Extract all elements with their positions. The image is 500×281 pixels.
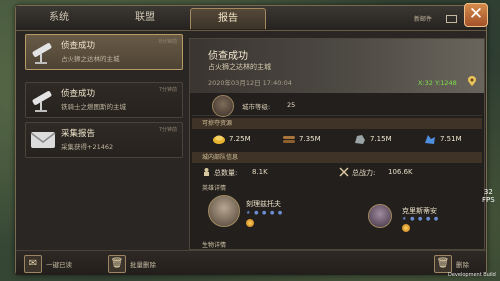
tab-system[interactable]: 系统 xyxy=(22,8,96,28)
soldier-icon xyxy=(204,168,209,176)
mail-window: 系统 联盟 报告 新邮件 ✕ 侦查成功 占火狮之达林的主城 8分钟前 侦查成功 xyxy=(15,3,488,275)
hero-stars: ★ ● ● ● ● xyxy=(402,216,440,222)
hero-stars: ★ ● ● ● ● xyxy=(246,210,284,216)
tab-alliance[interactable]: 联盟 xyxy=(108,8,182,28)
envelope-open-icon: ✉ xyxy=(24,255,42,273)
mail-list: 侦查成功 占火狮之达林的主城 8分钟前 侦查成功 铁骑士之燃图斯的主城 7分钟前… xyxy=(19,34,195,244)
resource-value: 7.25M xyxy=(229,135,251,143)
report-time: 2020年03月12日 17:40:04 xyxy=(208,79,292,87)
stone-icon xyxy=(355,135,365,144)
plunder-section-header: 可掠夺资源 xyxy=(192,118,482,129)
mail-time: 7分钟前 xyxy=(158,127,177,133)
report-banner: 侦查成功 占火狮之达林的主城 2020年03月12日 17:40:04 X:32… xyxy=(190,39,484,93)
mail-title: 采集报告 xyxy=(61,129,96,139)
fps-value: 32 xyxy=(483,188,493,196)
food-icon xyxy=(213,135,225,144)
report-detail: 侦查成功 占火狮之达林的主城 2020年03月12日 17:40:04 X:32… xyxy=(189,38,485,250)
delete-label: 删除 xyxy=(456,261,469,269)
total-troops-label: 总数量: xyxy=(214,169,238,177)
city-level-row: 城市等级: 25 xyxy=(192,95,482,117)
mail-time: 8分钟前 xyxy=(158,39,177,45)
trash-icon: 🗑 xyxy=(108,255,126,273)
resource-value: 7.15M xyxy=(370,135,392,143)
envelope-icon xyxy=(30,132,56,148)
hero-name: 刻理兹托夫 xyxy=(246,200,281,208)
batch-delete-label: 批量删除 xyxy=(130,261,156,269)
total-power-value: 106.6K xyxy=(388,168,413,176)
mail-subtitle: 占火狮之达林的主城 xyxy=(61,55,120,63)
resource-value: 7.35M xyxy=(299,135,321,143)
fps-label: FPS xyxy=(482,196,495,204)
report-title: 侦查成功 xyxy=(208,51,248,62)
total-troops-value: 8.1K xyxy=(252,168,268,176)
new-mail-label[interactable]: 新邮件 xyxy=(414,14,432,23)
hero-skill-icon xyxy=(246,219,254,227)
total-power-label: 总战力: xyxy=(352,169,376,177)
heroes-section-label: 英雄详情 xyxy=(202,185,227,192)
troops-summary: 总数量: 8.1K 总战力: 106.6K xyxy=(192,165,482,179)
report-coordinates[interactable]: X:32 Y:1248 xyxy=(418,79,457,87)
hero-name: 克里斯蒂安 xyxy=(402,207,437,215)
ore-icon xyxy=(425,135,435,144)
read-all-label: 一键已读 xyxy=(46,261,72,269)
hero-portrait xyxy=(368,204,392,228)
telescope-icon xyxy=(32,91,52,112)
tab-reports[interactable]: 报告 xyxy=(190,8,266,29)
crossed-swords-icon xyxy=(339,167,349,177)
close-button[interactable]: ✕ xyxy=(464,3,488,27)
troops-section-header: 城内部队信息 xyxy=(192,152,482,163)
footer-bar: ✉ 一键已读 🗑 批量删除 🗑 删除 xyxy=(16,250,486,275)
development-build-label: Development Build xyxy=(448,272,496,278)
hero-skill-icon xyxy=(402,224,410,232)
mail-subtitle: 铁骑士之燃图斯的主城 xyxy=(61,103,126,111)
hero-portrait xyxy=(208,195,240,227)
mail-list-item[interactable]: 侦查成功 铁骑士之燃图斯的主城 7分钟前 xyxy=(25,82,183,118)
mail-subtitle: 采集获得+21462 xyxy=(61,143,114,151)
report-subtitle: 占火狮之达林的主城 xyxy=(208,63,271,71)
city-level-value: 25 xyxy=(287,101,296,109)
telescope-icon xyxy=(32,43,52,64)
mail-title: 侦查成功 xyxy=(61,41,96,51)
mail-list-item[interactable]: 采集报告 采集获得+21462 7分钟前 xyxy=(25,122,183,158)
location-pin-icon[interactable] xyxy=(468,76,476,86)
tab-bar: 系统 联盟 报告 新邮件 ✕ xyxy=(16,3,488,31)
mail-title: 侦查成功 xyxy=(61,89,96,99)
mail-list-item[interactable]: 侦查成功 占火狮之达林的主城 8分钟前 xyxy=(25,34,195,70)
buildings-section-label: 生物详情 xyxy=(202,242,227,249)
mail-icon[interactable] xyxy=(446,15,457,23)
resource-value: 7.51M xyxy=(440,135,462,143)
city-level-label: 城市等级: xyxy=(242,103,271,111)
lord-avatar xyxy=(212,95,234,117)
fps-counter: 32 FPS xyxy=(482,188,495,204)
mail-time: 7分钟前 xyxy=(158,87,177,93)
trash-icon: 🗑 xyxy=(434,255,452,273)
wood-icon xyxy=(283,136,295,143)
